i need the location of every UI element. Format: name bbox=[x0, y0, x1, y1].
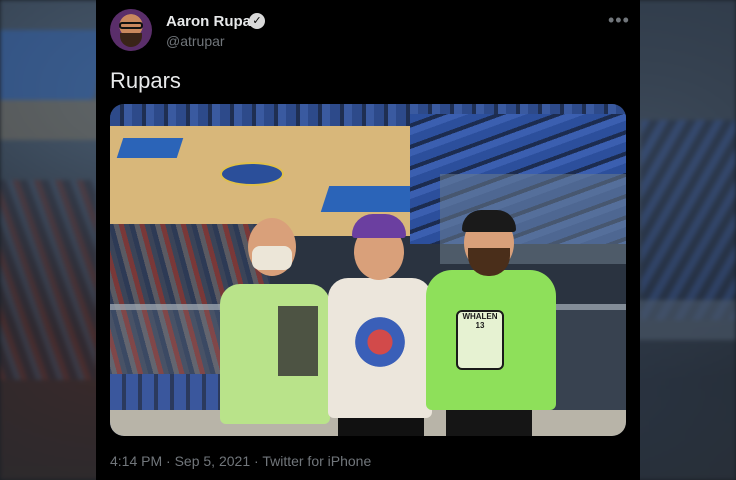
verified-badge-icon: ✓ bbox=[249, 13, 265, 29]
author-handle[interactable]: @atrupar bbox=[166, 33, 225, 49]
more-options-icon[interactable]: ••• bbox=[608, 10, 630, 31]
tweet-date[interactable]: Sep 5, 2021 bbox=[175, 453, 251, 469]
person-center bbox=[328, 214, 438, 436]
tweet-card: Aaron Rupar ✓ @atrupar ••• Rupars WHALEN… bbox=[96, 0, 640, 480]
shirt-badge: WHALEN 13 bbox=[456, 310, 504, 370]
tweet-source[interactable]: Twitter for iPhone bbox=[262, 453, 371, 469]
separator-dot: · bbox=[254, 453, 259, 469]
tweet-text: Rupars bbox=[110, 68, 181, 93]
tweet-time[interactable]: 4:14 PM bbox=[110, 453, 162, 469]
tweet-timestamp: 4:14 PM · Sep 5, 2021 · Twitter for iPho… bbox=[110, 453, 371, 469]
person-right: WHALEN 13 bbox=[426, 210, 566, 436]
tweet-photo[interactable]: WHALEN 13 bbox=[110, 104, 626, 436]
person-left bbox=[220, 214, 340, 436]
author-name[interactable]: Aaron Rupar bbox=[166, 13, 257, 30]
avatar[interactable] bbox=[110, 9, 152, 51]
separator-dot: · bbox=[166, 453, 171, 469]
